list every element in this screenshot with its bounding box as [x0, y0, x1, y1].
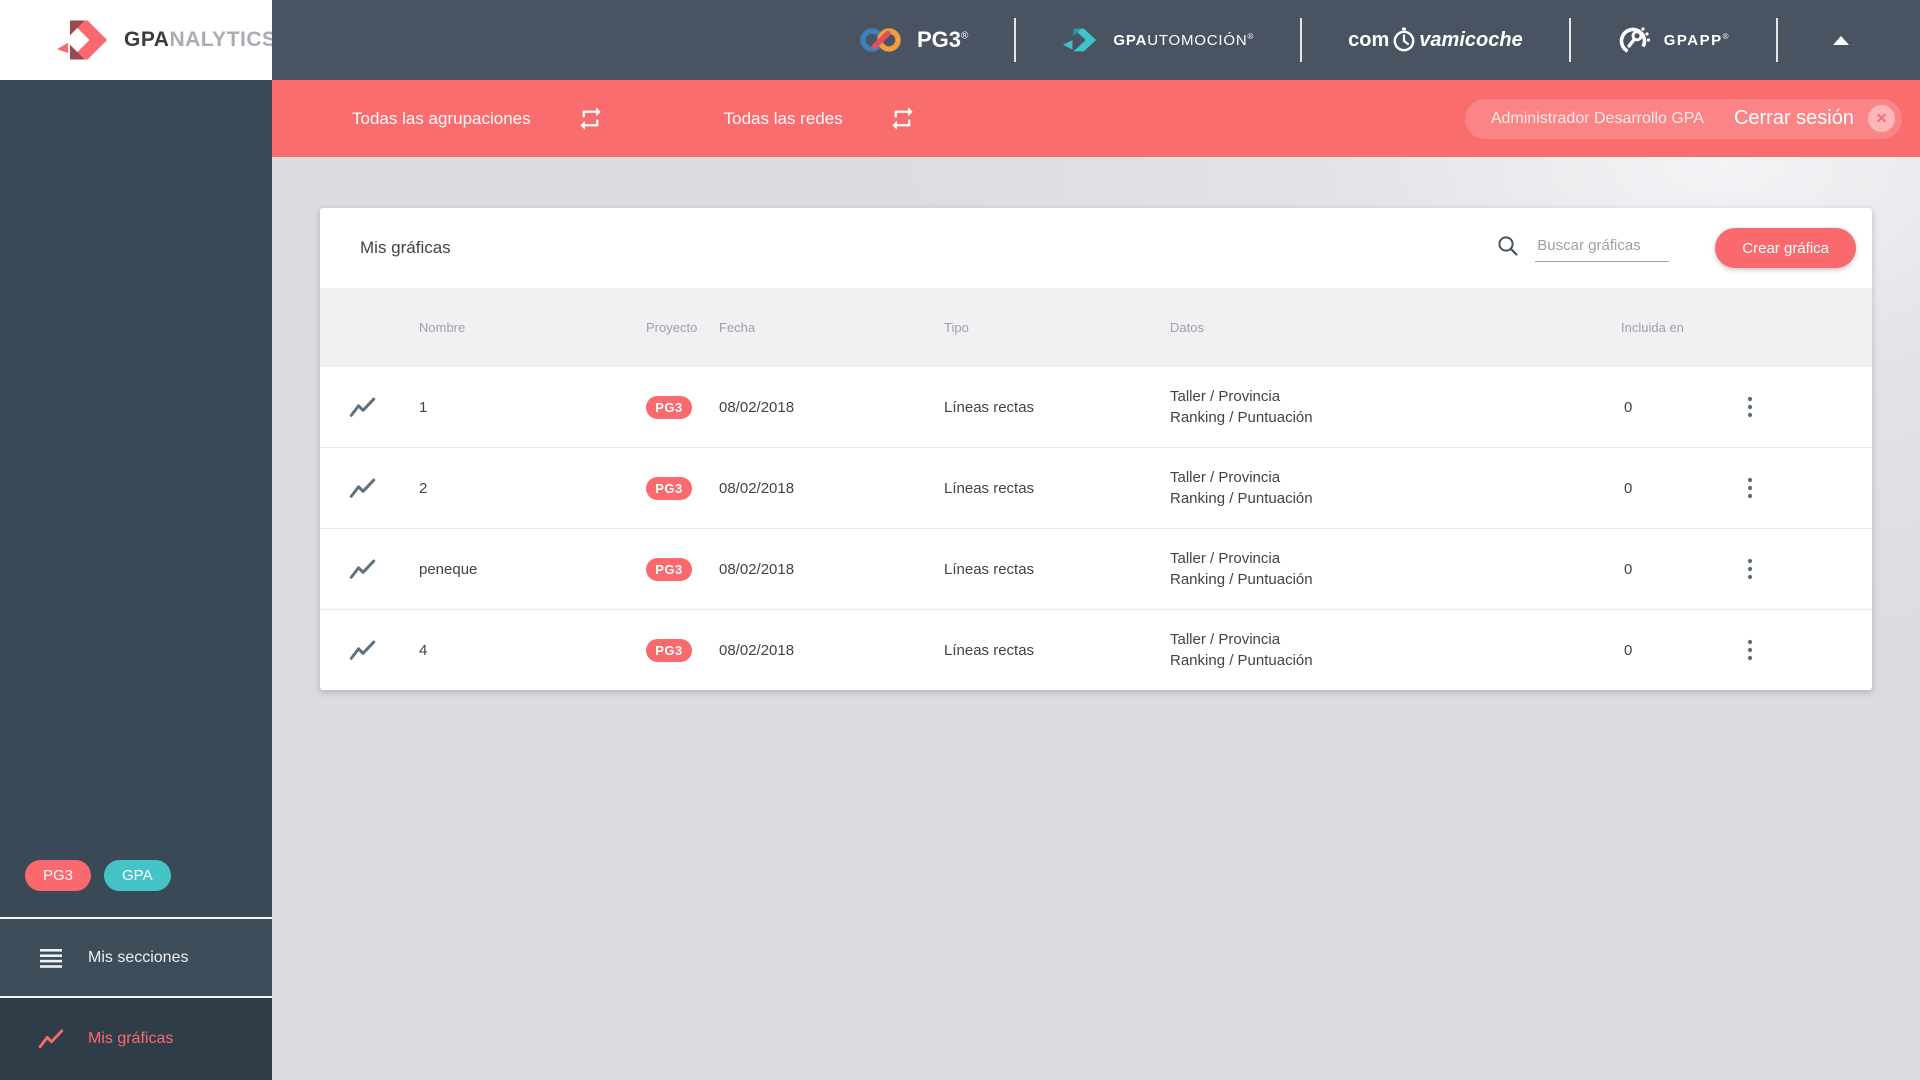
col-fecha: Fecha	[719, 320, 756, 335]
brand-separator	[1300, 18, 1303, 62]
badge-gpa[interactable]: GPA	[104, 860, 171, 891]
logout-label: Cerrar sesión	[1733, 107, 1854, 129]
swap-icon[interactable]	[889, 105, 916, 132]
row-type: Líneas rectas	[944, 641, 1035, 659]
user-name: Administrador Desarrollo GPA	[1490, 109, 1704, 127]
gpanalytics-logo-text: GPANALYTICS®	[124, 28, 284, 51]
row-menu-kebab-icon[interactable]	[1733, 468, 1767, 508]
search-box	[1496, 234, 1670, 262]
gpapp-logo-text: GPAPP®	[1663, 31, 1730, 49]
logout-x-icon[interactable]: ✕	[1868, 105, 1895, 132]
row-data: Taller / Provincia Ranking / Puntuación	[1170, 550, 1313, 588]
comprovamicoche-logo: com vamicoche	[1348, 27, 1523, 53]
sidebar-item-label: Mis secciones	[88, 948, 189, 966]
table-row: peneque PG3 08/02/2018 Líneas rectas Tal…	[320, 529, 1872, 610]
sidebar-item-mis-graficas[interactable]: Mis gráficas	[0, 998, 272, 1080]
gpanalytics-logo-icon	[56, 18, 108, 62]
row-included-count: 0	[1624, 641, 1633, 659]
row-date: 08/02/2018	[719, 560, 795, 578]
filter-bar: Todas las agrupaciones Todas las redes A…	[272, 80, 1920, 157]
col-nombre: Nombre	[419, 320, 466, 335]
line-chart-icon	[38, 1026, 64, 1052]
user-session-pill: Administrador Desarrollo GPA Cerrar sesi…	[1464, 98, 1902, 139]
row-data: Taller / Provincia Ranking / Puntuación	[1170, 469, 1313, 507]
row-included-count: 0	[1624, 479, 1633, 497]
brand-separator	[1014, 18, 1017, 62]
row-type: Líneas rectas	[944, 398, 1035, 416]
table-row: 2 PG3 08/02/2018 Líneas rectas Taller / …	[320, 448, 1872, 529]
row-name: 4	[419, 641, 428, 659]
mis-graficas-card: Mis gráficas Crear gráfica	[320, 208, 1872, 690]
logout-button[interactable]: Cerrar sesión ✕	[1734, 105, 1895, 132]
brand-separator	[1568, 18, 1571, 62]
content-area: Mis gráficas Crear gráfica	[272, 157, 1920, 1080]
gpapp-logo: GPAPP®	[1617, 23, 1730, 57]
gpapp-wrench-icon	[1617, 23, 1651, 57]
row-menu-kebab-icon[interactable]	[1733, 630, 1767, 670]
gpautomocion-logo-text: GPAUTOMOCIÓN®	[1113, 31, 1255, 49]
pg3-logo-text: PG3®	[917, 27, 969, 52]
row-data: Taller / Provincia Ranking / Puntuación	[1170, 388, 1313, 426]
row-name: 1	[419, 398, 428, 416]
create-chart-button[interactable]: Crear gráfica	[1715, 228, 1856, 268]
filter-redes[interactable]: Todas las redes	[724, 105, 916, 132]
project-badge: PG3	[646, 476, 692, 500]
sidebar-item-label: Mis gráficas	[88, 1030, 174, 1047]
line-chart-icon	[320, 477, 419, 500]
page-title: Mis gráficas	[360, 238, 451, 257]
table-header: Nombre Proyecto Fecha Tipo Datos Incluid…	[320, 288, 1872, 367]
row-menu-kebab-icon[interactable]	[1733, 387, 1767, 427]
menu-lines-icon	[38, 945, 64, 971]
project-badge: PG3	[646, 638, 692, 662]
sidebar-item-mis-secciones[interactable]: Mis secciones	[0, 919, 272, 996]
top-brand-bar: PG3® GPAUTOMOCIÓN® com vamicoche GPAPP®	[272, 0, 1920, 80]
gpautomocion-arrow-icon	[1062, 27, 1100, 53]
row-type: Líneas rectas	[944, 560, 1035, 578]
table-row: 4 PG3 08/02/2018 Líneas rectas Taller / …	[320, 610, 1872, 690]
collapse-caret-icon[interactable]	[1824, 27, 1858, 53]
project-badge: PG3	[646, 395, 692, 419]
row-included-count: 0	[1624, 560, 1633, 578]
col-datos: Datos	[1170, 320, 1204, 335]
main-column: PG3® GPAUTOMOCIÓN® com vamicoche GPAPP® …	[272, 0, 1920, 1080]
row-menu-kebab-icon[interactable]	[1733, 549, 1767, 589]
row-included-count: 0	[1624, 398, 1633, 416]
filter-agrupaciones[interactable]: Todas las agrupaciones	[352, 105, 604, 132]
row-name: 2	[419, 479, 428, 497]
app-root: GPANALYTICS® PG3 GPA Mis secciones	[0, 0, 1920, 1080]
gpanalytics-logo: GPANALYTICS®	[0, 0, 284, 80]
row-data: Taller / Provincia Ranking / Puntuación	[1170, 631, 1313, 669]
row-date: 08/02/2018	[719, 479, 795, 497]
brand-separator	[1776, 18, 1778, 62]
line-chart-icon	[320, 558, 419, 581]
search-input[interactable]	[1535, 234, 1670, 262]
line-chart-icon	[320, 396, 419, 419]
stopwatch-icon	[1392, 27, 1416, 53]
swap-icon[interactable]	[577, 105, 604, 132]
table-row: 1 PG3 08/02/2018 Líneas rectas Taller / …	[320, 367, 1872, 448]
sidebar-badges: PG3 GPA	[0, 860, 272, 917]
project-badge: PG3	[646, 557, 692, 581]
row-date: 08/02/2018	[719, 398, 795, 416]
col-tipo: Tipo	[944, 320, 969, 335]
filter-agrupaciones-label: Todas las agrupaciones	[352, 108, 531, 128]
line-chart-icon	[320, 639, 419, 662]
comprovamicoche-text-pre: com	[1348, 28, 1390, 51]
sidebar: GPANALYTICS® PG3 GPA Mis secciones	[0, 0, 284, 1080]
badge-pg3[interactable]: PG3	[25, 860, 92, 891]
gpautomocion-logo: GPAUTOMOCIÓN®	[1062, 27, 1254, 53]
filter-redes-label: Todas las redes	[723, 108, 843, 128]
pg3-logo: PG3®	[858, 25, 968, 55]
row-type: Líneas rectas	[944, 479, 1035, 497]
col-proyecto: Proyecto	[646, 320, 698, 335]
pg3-infinity-icon	[858, 25, 904, 55]
col-incluida-en: Incluida en	[1621, 320, 1684, 335]
row-date: 08/02/2018	[719, 641, 795, 659]
row-name: peneque	[419, 560, 478, 578]
search-icon[interactable]	[1496, 234, 1520, 262]
comprovamicoche-text-post: vamicoche	[1419, 28, 1523, 51]
card-header: Mis gráficas Crear gráfica	[320, 208, 1872, 288]
